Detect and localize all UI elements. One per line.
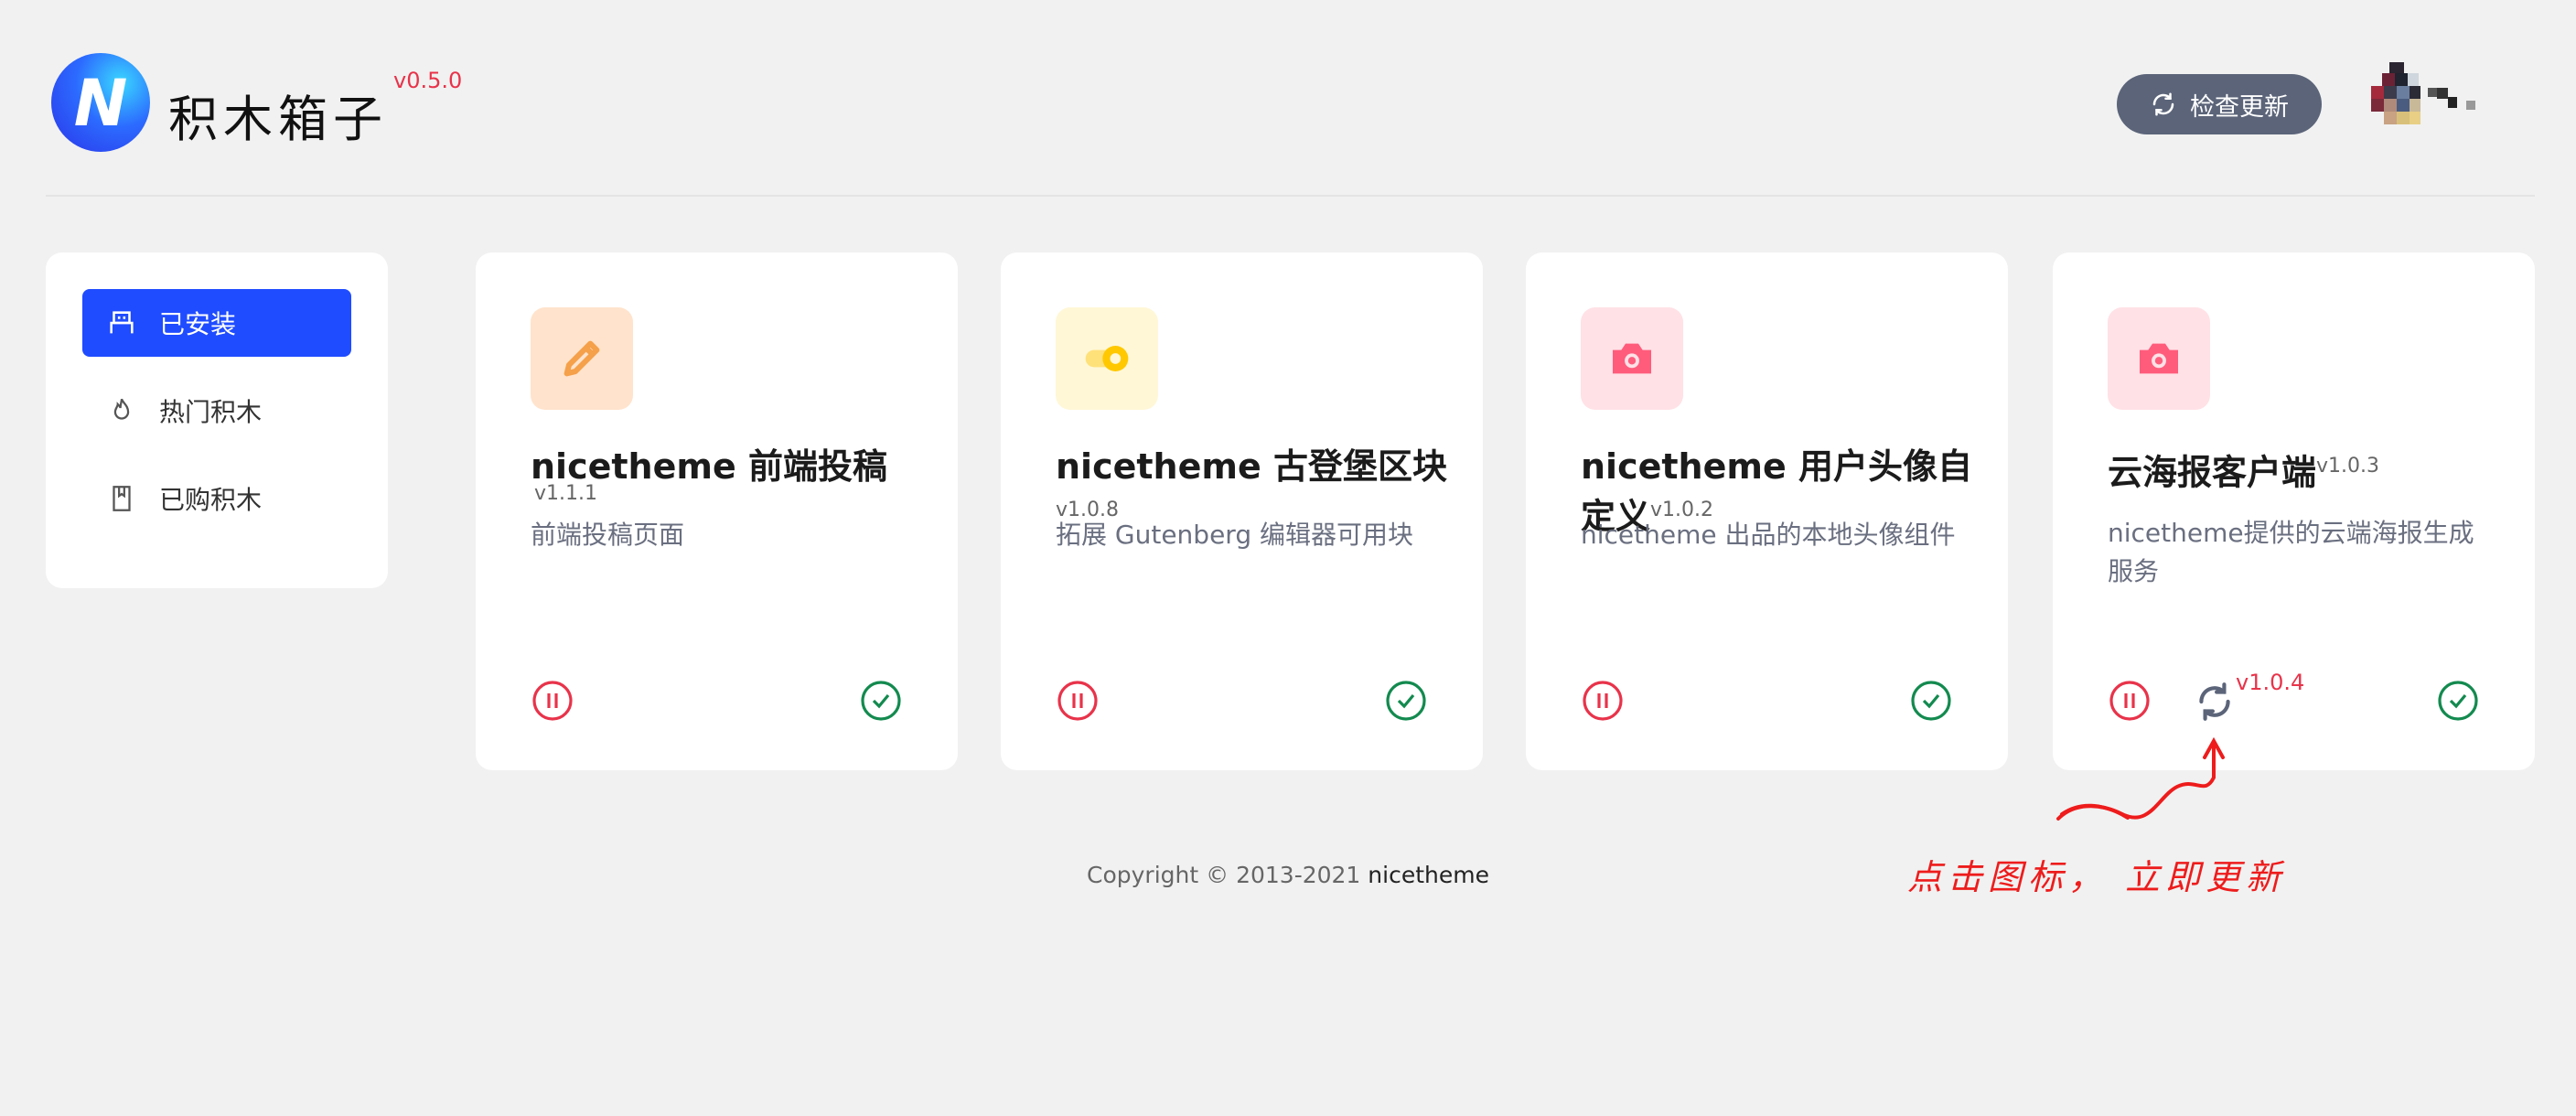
plugin-description: nicetheme提供的云端海报生成服务 [2108, 518, 2474, 586]
app-logo: N [51, 53, 150, 152]
pause-icon[interactable] [1056, 679, 1100, 723]
bookmark-icon [113, 486, 131, 511]
check-update-button[interactable]: 检查更新 [2117, 74, 2322, 134]
check-icon[interactable] [2436, 679, 2480, 723]
plugin-card: 云海报客户端v1.0.3 nicetheme提供的云端海报生成服务 v1.0.4 [2053, 252, 2535, 770]
new-version-label: v1.0.4 [2236, 670, 2305, 695]
header: N 积木箱子 v0.5.0 检查更新 [46, 0, 2535, 197]
plugin-card: nicetheme 前端投稿 v1.1.1 前端投稿页面 [476, 252, 958, 770]
plugin-title: nicetheme 前端投稿 v1.1.1 [531, 445, 924, 507]
camera-icon [2140, 343, 2178, 374]
plugin-version: v1.0.3 [2316, 455, 2380, 478]
sidebar-item-label: 已购积木 [159, 485, 263, 515]
plugin-icon-tile [531, 307, 633, 410]
plugin-card: nicetheme 用户头像自定义v1.0.2 nicetheme 出品的本地头… [1526, 252, 2008, 770]
plugin-icon-tile [1056, 307, 1158, 410]
flame-icon [113, 398, 130, 420]
pause-icon[interactable] [1581, 679, 1625, 723]
plugin-description: 拓展 Gutenberg 编辑器可用块 [1056, 520, 1413, 550]
sidebar: 已安装 热门积木 已购积木 [46, 252, 388, 588]
sidebar-item-purchased[interactable]: 已购积木 [82, 465, 351, 532]
update-refresh-icon[interactable] [2192, 679, 2238, 724]
app-title: 积木箱子 [168, 91, 388, 148]
pause-icon[interactable] [2108, 679, 2152, 723]
plugin-name: 云海报客户端 [2108, 452, 2317, 493]
logo-letter: N [73, 66, 128, 141]
camera-icon [1613, 343, 1651, 374]
sidebar-item-label: 已安装 [159, 309, 237, 339]
plugin-name: nicetheme 古登堡区块 [1056, 446, 1447, 487]
check-icon[interactable] [1384, 679, 1428, 723]
sidebar-item-label: 热门积木 [159, 397, 263, 427]
plugin-description: nicetheme 出品的本地头像组件 [1581, 520, 1956, 550]
sidebar-item-installed[interactable]: 已安装 [82, 289, 351, 357]
plugin-icon-tile [2108, 307, 2210, 410]
copyright-text: Copyright © 2013-2021 [1087, 862, 1361, 888]
plugin-card: nicetheme 古登堡区块v1.0.8 拓展 Gutenberg 编辑器可用… [1001, 252, 1483, 770]
annotation-text: 点击图标， 立即更新 [1907, 857, 2287, 897]
plugin-description: 前端投稿页面 [531, 520, 685, 550]
plugin-title: 云海报客户端v1.0.3 [2108, 445, 2501, 495]
annotation-arrow-icon [2056, 736, 2225, 821]
user-avatar[interactable] [2371, 60, 2486, 143]
check-update-label: 检查更新 [2190, 92, 2289, 121]
footer-brand: nicetheme [1368, 862, 1489, 888]
pause-icon[interactable] [531, 679, 574, 723]
pencil-icon [564, 340, 600, 377]
app-version: v0.5.0 [393, 68, 463, 93]
sidebar-item-popular[interactable]: 热门积木 [82, 377, 351, 445]
plugin-icon-tile [1581, 307, 1683, 410]
toggle-icon [1085, 346, 1129, 371]
check-icon[interactable] [1909, 679, 1953, 723]
check-icon[interactable] [859, 679, 903, 723]
installed-icon [110, 311, 134, 334]
refresh-icon [2152, 92, 2174, 116]
